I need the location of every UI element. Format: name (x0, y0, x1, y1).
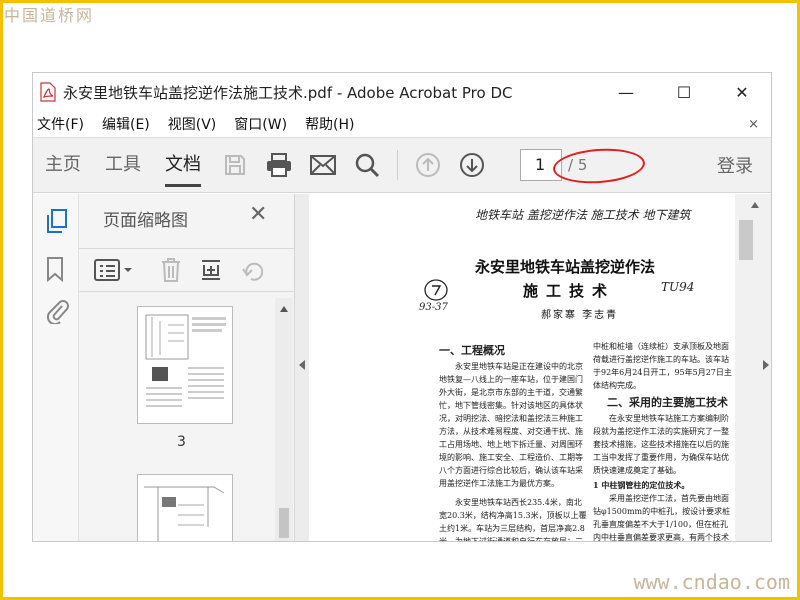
maximize-button[interactable]: ☐ (655, 83, 713, 102)
insert-page-icon[interactable] (199, 257, 223, 287)
minimize-button[interactable]: — (597, 83, 655, 102)
previous-page-icon[interactable] (406, 145, 450, 185)
section2-paragraph1: 在永安里地铁车站施工方案编制阶段就为盖挖逆作工法的实施研究了一整套技术措施，这些… (593, 414, 729, 475)
document-title-line2: 施工技术 (523, 282, 616, 300)
section1-heading: 一、工程概况 (439, 344, 505, 357)
menu-help[interactable]: 帮助(H) (305, 114, 354, 134)
delete-page-icon[interactable] (159, 257, 183, 287)
main-toolbar: 主页 工具 文档 1 / 5 登录 (33, 137, 771, 193)
thumbnail-page-number: 3 (177, 434, 186, 450)
handwritten-keywords: 地铁车站 盖挖逆作法 施工技术 地下建筑 (475, 208, 691, 222)
toolbar-separator (397, 150, 398, 180)
section2-subheading: 1 中柱钢管柱的定位技术。 (593, 480, 690, 490)
acrobat-window: 永安里地铁车站盖挖逆作法施工技术.pdf - Adobe Acrobat Pro… (32, 72, 772, 542)
thumbnails-toolbar (79, 248, 295, 292)
menu-edit[interactable]: 编辑(E) (102, 114, 150, 134)
left-navigation-rail (33, 194, 79, 541)
right-column: 中桩和桩墙（连续桩）支承顶板及地面荷载进行盖挖逆作施工的车站。该车站于92年6月… (593, 340, 733, 542)
title-bar: 永安里地铁车站盖挖逆作法施工技术.pdf - Adobe Acrobat Pro… (33, 73, 771, 111)
document-scrollbar[interactable] (735, 194, 771, 541)
menu-window[interactable]: 窗口(W) (234, 114, 287, 134)
options-menu-icon[interactable] (93, 257, 133, 287)
document-title-line1: 永安里地铁车站盖挖逆作法 (475, 258, 656, 276)
bookmark-icon[interactable] (45, 256, 69, 283)
login-button[interactable]: 登录 (717, 152, 753, 178)
print-icon[interactable] (257, 145, 301, 185)
page-thumbnail-4[interactable] (137, 474, 233, 541)
pdf-file-icon (39, 82, 57, 102)
tab-tools[interactable]: 工具 (93, 137, 153, 193)
menu-view[interactable]: 视图(V) (168, 114, 217, 134)
section1-paragraph1: 永安里地铁车站是正在建设中的北京地铁复—八线上的一座车站，位于建国门外大街，是北… (439, 362, 583, 488)
page-thumbnail-3[interactable] (137, 306, 233, 424)
handwritten-class-code: TU94 (661, 280, 695, 294)
page-thumbnails-icon[interactable] (45, 208, 69, 233)
next-page-icon[interactable] (450, 145, 494, 185)
undo-icon[interactable] (241, 257, 264, 287)
document-view: 地铁车站 盖挖逆作法 施工技术 地下建筑 永安里地铁车站盖挖逆作法 施工技术 9… (309, 194, 735, 542)
document-authors: 郝家寨 李志青 (541, 310, 619, 321)
search-icon[interactable] (345, 145, 389, 185)
page-thumbnails-panel: 页面缩略图 ✕ 3 (79, 194, 295, 541)
attachment-icon[interactable] (45, 298, 69, 326)
menu-close-icon[interactable]: × (748, 117, 759, 132)
watermark-bottom: www.cndao.com (633, 570, 790, 594)
section2-heading: 二、采用的主要施工技术 (607, 396, 728, 409)
pdf-page: 地铁车站 盖挖逆作法 施工技术 地下建筑 永安里地铁车站盖挖逆作法 施工技术 9… (403, 194, 733, 542)
thumbnails-scrollbar[interactable] (275, 298, 293, 541)
close-panel-icon[interactable]: ✕ (249, 202, 267, 227)
watermark-top: 中国道桥网 (4, 6, 95, 25)
panel-collapse-handle[interactable] (295, 194, 309, 541)
thumbnails-title: 页面缩略图 (103, 211, 188, 231)
close-button[interactable]: ✕ (713, 83, 771, 102)
email-icon[interactable] (301, 145, 345, 185)
tab-document[interactable]: 文档 (153, 137, 213, 193)
section1-paragraph2: 永安里地铁车站西长235.4米，南北宽20.3米，结构净高15.3米，顶板以上覆… (439, 498, 587, 542)
left-column: 一、工程概况 永安里地铁车站是正在建设中的北京地铁复—八线上的一座车站，位于建国… (439, 344, 589, 542)
window-title: 永安里地铁车站盖挖逆作法施工技术.pdf - Adobe Acrobat Pro… (63, 83, 513, 102)
menu-bar: 文件(F) 编辑(E) 视图(V) 窗口(W) 帮助(H) × (33, 111, 771, 137)
save-icon[interactable] (213, 145, 257, 185)
tab-home[interactable]: 主页 (33, 137, 93, 193)
handwritten-page-range: 93-37 (419, 302, 448, 313)
section2-paragraph2: 采用盖挖逆作工法，首先要由地面钻φ1500mm的中桩孔，按设计要求桩孔垂直度偏差… (593, 494, 731, 542)
right-paragraph0: 中桩和桩墙（连续桩）支承顶板及地面荷载进行盖挖逆作施工的车站。该车站于92年6月… (593, 342, 732, 390)
menu-file[interactable]: 文件(F) (37, 114, 84, 134)
